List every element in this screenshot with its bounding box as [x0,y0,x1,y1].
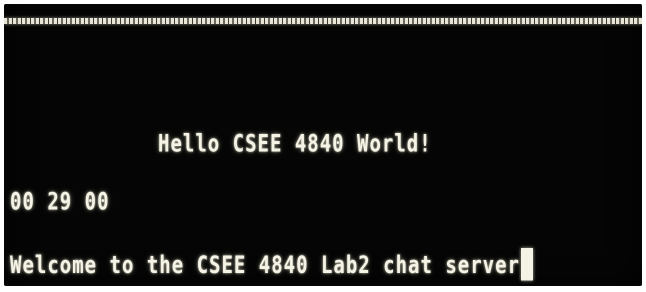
monitor-photo: Hello CSEE 4840 World! 00 29 00 Welcome … [0,0,646,292]
separator-row [4,18,642,24]
terminal-screen[interactable]: Hello CSEE 4840 World! 00 29 00 Welcome … [4,4,642,286]
banner-text: Hello CSEE 4840 World! [158,130,432,158]
text-cursor [521,248,533,281]
clock-text: 00 29 00 [10,188,110,216]
status-line: Welcome to the CSEE 4840 Lab2 chat serve… [10,248,533,281]
status-text: Welcome to the CSEE 4840 Lab2 chat serve… [10,251,520,280]
